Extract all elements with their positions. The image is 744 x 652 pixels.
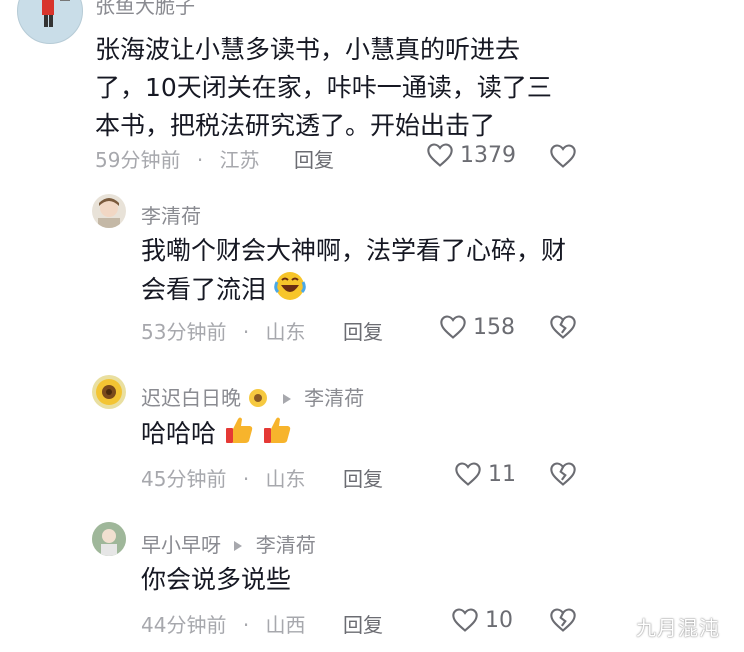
heart-outline-icon (550, 144, 576, 168)
avatar-figure-icon (42, 0, 70, 27)
comment-text-line: 会看了流泪 (141, 270, 566, 313)
like-count: 11 (488, 461, 516, 487)
comment-text-line: 张海波让小慧多读书，小慧真的听进去 (95, 35, 521, 64)
dislike-button[interactable] (549, 314, 577, 344)
comment-text: 我嘞个财会大神啊，法学看了心碎，财 会看了流泪 (141, 232, 566, 313)
comment-meta: 59分钟前 · 江苏 (95, 144, 260, 173)
comment-location: 山东 (265, 467, 306, 491)
comment-author[interactable]: 早小早呀 (141, 533, 221, 557)
heart-outline-icon (427, 143, 453, 167)
comment-location: 山东 (265, 320, 306, 344)
comment-text: 张海波让小慧多读书，小慧真的听进去 了，10天闭关在家，咔咔一通读，读了三 本书… (95, 31, 552, 145)
reply-button[interactable]: 回复 (343, 609, 383, 638)
broken-heart-icon (550, 315, 576, 339)
like-button[interactable]: 158 (439, 314, 515, 340)
broken-heart-icon (550, 462, 576, 486)
dislike-button[interactable] (549, 461, 577, 491)
comment-meta: 44分钟前 · 山西 (141, 609, 306, 638)
heart-outline-icon (455, 462, 481, 486)
reply-to-name[interactable]: 李清荷 (304, 386, 364, 410)
reply-button[interactable]: 回复 (343, 463, 383, 492)
comment-text-fragment: 哈哈哈 (141, 419, 217, 448)
separator-dot: · (242, 467, 250, 491)
sunflower-avatar-icon (96, 379, 122, 405)
thumbs-up-emoji (262, 414, 292, 457)
comment-author-row: 早小早呀 李清荷 (141, 529, 316, 558)
like-button[interactable]: 1379 (426, 142, 516, 168)
comment-location: 山西 (265, 613, 306, 637)
avatar[interactable] (92, 194, 126, 228)
comment-text-line: 了，10天闭关在家，咔咔一通读，读了三 (95, 73, 552, 102)
comment-author[interactable]: 迟迟白日晚 (141, 386, 241, 410)
comment-text-line: 我嘞个财会大神啊，法学看了心碎，财 (141, 236, 567, 265)
reply-button[interactable]: 回复 (343, 316, 383, 345)
watermark: 九月混沌 (636, 616, 720, 640)
rolling-laughing-emoji (274, 270, 306, 313)
thumbs-up-emoji (224, 414, 254, 457)
heart-outline-icon (440, 315, 466, 339)
comment-author-row: 迟迟白日晚 李清荷 (141, 382, 364, 414)
comment-text: 哈哈哈 (141, 414, 292, 457)
avatar[interactable] (17, 0, 83, 44)
comment-text-line: 本书，把税法研究透了。开始出击了 (95, 111, 496, 140)
triangle-right-icon (233, 533, 243, 557)
comment-author[interactable]: 李清荷 (141, 200, 201, 229)
comment-meta: 53分钟前 · 山东 (141, 316, 306, 345)
like-button[interactable]: 11 (454, 461, 516, 487)
sunflower-emoji (247, 387, 269, 414)
separator-dot: · (196, 148, 204, 172)
triangle-right-icon (282, 386, 292, 410)
comment-time: 53分钟前 (141, 320, 227, 344)
reply-button[interactable]: 回复 (294, 144, 334, 173)
avatar-face-icon (98, 198, 120, 228)
dislike-button[interactable] (549, 143, 577, 173)
heart-outline-icon (452, 608, 478, 632)
dislike-button[interactable] (549, 607, 577, 637)
avatar-face-icon (92, 522, 126, 556)
comment-time: 44分钟前 (141, 613, 227, 637)
like-count: 10 (485, 607, 513, 633)
comment-author[interactable]: 张鱼大脆子 (95, 0, 195, 19)
comment-location: 江苏 (219, 148, 260, 172)
comment-text: 你会说多说些 (141, 565, 292, 594)
comment-text-fragment: 会看了流泪 (141, 275, 267, 304)
avatar[interactable] (92, 375, 126, 409)
broken-heart-icon (550, 608, 576, 632)
like-button[interactable]: 10 (451, 607, 513, 633)
comment-time: 59分钟前 (95, 148, 181, 172)
separator-dot: · (242, 613, 250, 637)
like-count: 1379 (460, 142, 516, 168)
like-count: 158 (473, 314, 515, 340)
comment-time: 45分钟前 (141, 467, 227, 491)
comment-meta: 45分钟前 · 山东 (141, 463, 306, 492)
avatar[interactable] (92, 522, 126, 556)
reply-to-name[interactable]: 李清荷 (256, 533, 316, 557)
separator-dot: · (242, 320, 250, 344)
